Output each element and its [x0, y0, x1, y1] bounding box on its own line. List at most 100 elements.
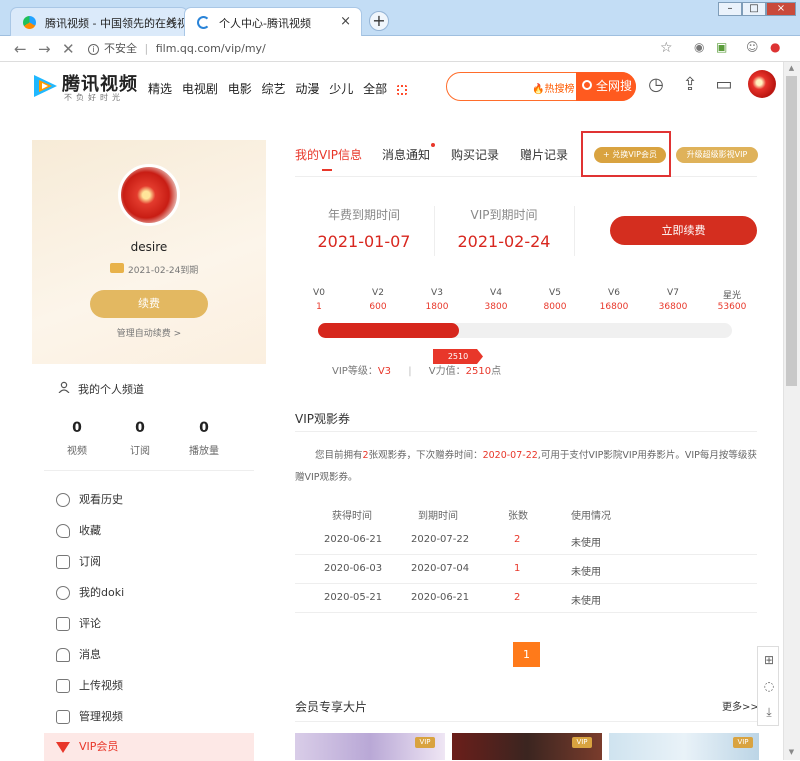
- loading-favicon: [197, 16, 210, 29]
- personal-channel-link[interactable]: 我的个人频道: [78, 381, 144, 397]
- browser-tab-profile[interactable]: 个人中心-腾讯视频 ×: [184, 7, 362, 36]
- sidebar-item-comments[interactable]: 评论: [44, 610, 254, 638]
- tab-notifications[interactable]: 消息通知: [382, 146, 430, 163]
- user-icon: [58, 381, 70, 394]
- close-window-button[interactable]: ×: [766, 2, 796, 16]
- nav-item[interactable]: 全部: [363, 82, 387, 96]
- nav-item[interactable]: 动漫: [295, 82, 319, 96]
- stat-subscribe-value[interactable]: 0: [110, 420, 170, 436]
- renew-button[interactable]: 续费: [90, 290, 208, 318]
- profile-icon[interactable]: ☺: [746, 40, 759, 54]
- tencent-video-logo-icon[interactable]: [30, 72, 60, 100]
- sidebar-item-history[interactable]: 观看历史: [44, 486, 254, 514]
- sidebar-item-label: 消息: [79, 648, 101, 661]
- tab-purchase-records[interactable]: 购买记录: [451, 146, 499, 163]
- stat-plays-value[interactable]: 0: [174, 420, 234, 436]
- maximize-button[interactable]: □: [742, 2, 766, 16]
- sidebar-item-label: 收藏: [79, 524, 101, 537]
- coupon-description: 您目前拥有2张观影券，下次赠券时间：2020-07-22,可用于支付VIP影院V…: [295, 445, 761, 489]
- sidebar-item-label: 管理视频: [79, 710, 123, 723]
- scrollbar-thumb[interactable]: [786, 76, 797, 386]
- tab-gift-records[interactable]: 赠片记录: [520, 146, 568, 163]
- divider: [434, 206, 435, 256]
- adblock-icon[interactable]: ●: [770, 40, 780, 54]
- scroll-up-icon[interactable]: ▲: [786, 64, 797, 74]
- manage-autorenew-link[interactable]: 管理自动续费 >: [32, 326, 266, 339]
- browser-tab-txvideo-home[interactable]: 腾讯视频 - 中国领先的在线视频... ×: [10, 7, 188, 36]
- sidebar-item-subscribe[interactable]: 订阅: [44, 548, 254, 576]
- forward-arrow-icon[interactable]: →: [38, 40, 51, 58]
- table-header: 获得时间: [332, 511, 372, 522]
- nav-item[interactable]: 精选: [148, 82, 172, 96]
- fire-icon: 🔥: [532, 84, 545, 95]
- sidebar-item-vip[interactable]: VIP会员: [44, 733, 254, 761]
- avatar[interactable]: [748, 70, 776, 98]
- scroll-down-icon[interactable]: ▼: [786, 748, 797, 758]
- tab-vip-info[interactable]: 我的VIP信息: [295, 146, 362, 163]
- redeem-vip-button[interactable]: + 兑换VIP会员: [594, 147, 666, 163]
- upload-icon[interactable]: ⇪: [678, 74, 702, 98]
- close-tab-icon[interactable]: ×: [340, 14, 351, 29]
- renew-now-button[interactable]: 立即续费: [610, 216, 757, 245]
- next-coupon-date: 2020-07-22: [482, 450, 538, 461]
- sidebar-item-label: 观看历史: [79, 493, 123, 506]
- close-tab-icon[interactable]: ×: [166, 14, 177, 29]
- sidebar-item-favorites[interactable]: 收藏: [44, 517, 254, 545]
- cell-expire: 2020-07-04: [411, 563, 470, 574]
- cell-got: 2020-06-03: [324, 563, 383, 574]
- feedback-icon[interactable]: ◌: [758, 675, 780, 697]
- level-label: V6: [608, 288, 620, 298]
- nav-item[interactable]: 少儿: [329, 82, 353, 96]
- nav-item[interactable]: 电影: [228, 82, 252, 96]
- upgrade-vip-button[interactable]: 升级超级影视VIP: [676, 147, 758, 163]
- cell-expire: 2020-07-22: [411, 534, 470, 545]
- vip-badge: VIP: [415, 737, 435, 748]
- more-link[interactable]: 更多>>: [722, 698, 759, 713]
- minimize-button[interactable]: –: [718, 2, 742, 16]
- vip-level-label: VIP等级：: [332, 366, 378, 377]
- sidebar-item-label: 评论: [79, 617, 101, 630]
- pagination-page-1[interactable]: 1: [513, 642, 540, 667]
- level-points: 3800: [484, 302, 508, 312]
- table-header: 到期时间: [418, 511, 458, 522]
- message-icon[interactable]: ▭: [712, 74, 736, 98]
- back-arrow-icon[interactable]: ←: [14, 40, 27, 58]
- sidebar-item-label: 上传视频: [79, 679, 123, 692]
- stop-loading-icon[interactable]: ✕: [62, 40, 75, 58]
- info-icon[interactable]: i: [88, 44, 99, 55]
- nav-item[interactable]: 电视剧: [182, 82, 218, 96]
- vip-badge: VIP: [733, 737, 753, 748]
- vip-power-label: V力值：: [428, 366, 466, 377]
- gift-icon[interactable]: ⊞: [758, 649, 780, 671]
- android-extension-icon[interactable]: ▣: [716, 40, 727, 54]
- sidebar-item-upload[interactable]: 上传视频: [44, 672, 254, 700]
- stat-videos-value[interactable]: 0: [47, 420, 107, 436]
- vip-icon: [56, 742, 70, 753]
- url-field[interactable]: i 不安全 | film.qq.com/vip/my/: [88, 39, 688, 59]
- grid-menu-icon[interactable]: [396, 84, 407, 95]
- history-clock-icon[interactable]: ◷: [644, 74, 668, 98]
- floating-toolbar: ⊞ ◌ ⤓: [757, 646, 779, 726]
- sidebar-item-doki[interactable]: 我的doki: [44, 579, 254, 607]
- stat-subscribe-label: 订阅: [130, 446, 150, 457]
- cell-count: 2: [514, 534, 521, 545]
- cell-got: 2020-05-21: [324, 592, 383, 603]
- nav-item[interactable]: 综艺: [262, 82, 286, 96]
- download-icon[interactable]: ⤓: [758, 701, 780, 723]
- cell-status: 未使用: [571, 567, 601, 578]
- bookmark-star-icon[interactable]: ☆: [660, 40, 673, 56]
- profile-avatar[interactable]: [118, 164, 180, 226]
- sidebar-item-messages[interactable]: 消息: [44, 641, 254, 669]
- hot-search-label[interactable]: 🔥热搜榜: [532, 80, 574, 95]
- level-label: V3: [431, 288, 443, 298]
- new-tab-button[interactable]: +: [369, 11, 389, 31]
- search-icon: [582, 80, 592, 90]
- stat-plays-label: 播放量: [189, 446, 219, 457]
- extension-icon[interactable]: ◉: [694, 40, 704, 54]
- level-label: V4: [490, 288, 502, 298]
- search-button[interactable]: 全网搜: [576, 72, 636, 101]
- upload-icon: [56, 679, 70, 693]
- video-manage-icon: [56, 710, 70, 724]
- sidebar-item-manage-videos[interactable]: 管理视频: [44, 703, 254, 731]
- comment-icon: [56, 617, 70, 631]
